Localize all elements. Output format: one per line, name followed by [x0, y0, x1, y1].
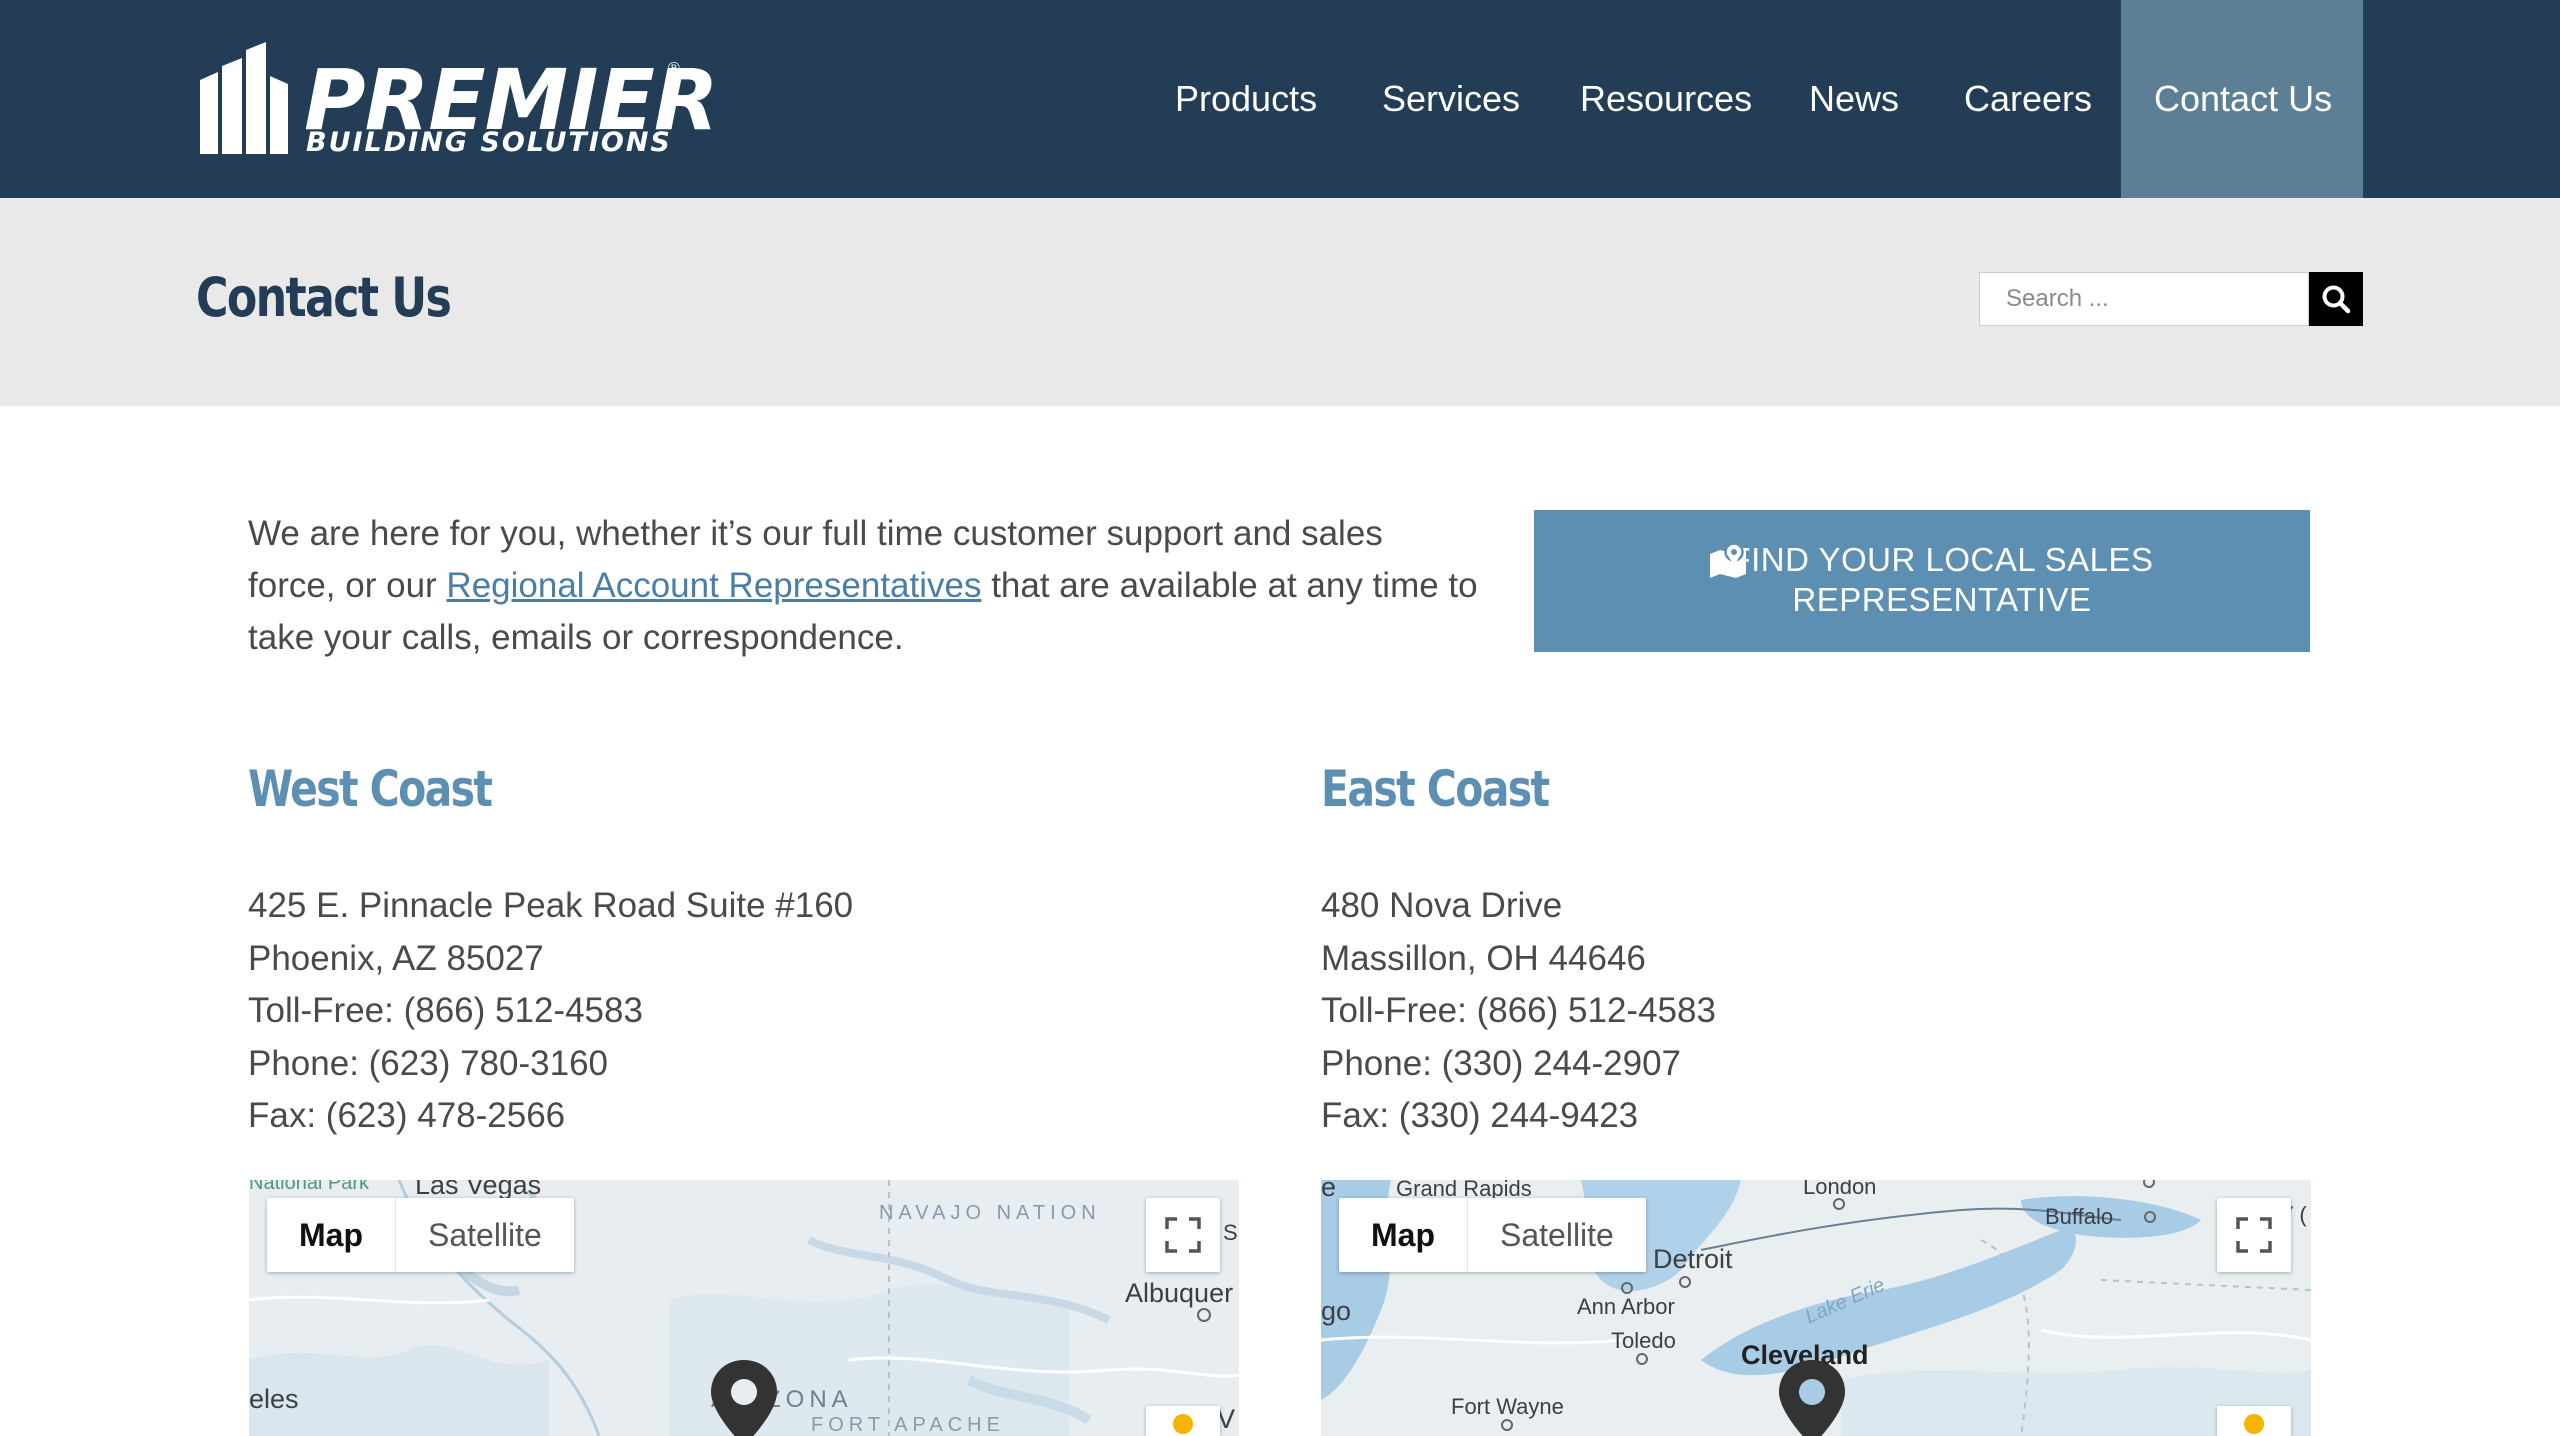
map-label-navajo: NAVAJO NATION — [879, 1202, 1101, 1224]
west-phone-line: Phone: (623) 780-3160 — [248, 1043, 608, 1083]
west-tollfree-line: Toll-Free: (866) 512-4583 — [248, 991, 643, 1030]
map-label-park: National Park — [249, 1180, 370, 1194]
east-map-type-control: Map Satellite — [1339, 1198, 1646, 1272]
west-map-type-map[interactable]: Map — [267, 1198, 395, 1272]
map-label-fort-wayne: Fort Wayne — [1451, 1394, 1564, 1419]
west-coast-heading: West Coast — [248, 760, 493, 818]
map-label-buffalo: Buffalo — [2045, 1204, 2114, 1229]
map-label-fort-apache: FORT APACHE — [811, 1414, 1005, 1436]
regional-reps-link[interactable]: Regional Account Representatives — [446, 566, 981, 605]
map-marker-icon — [1710, 542, 1746, 578]
map-label-albuquerque: Albuquer — [1125, 1278, 1234, 1308]
find-rep-line2: REPRESENTATIVE — [1792, 581, 2092, 618]
map-label-los-angeles: eles — [249, 1384, 299, 1414]
map-label-london: London — [1803, 1180, 1877, 1199]
map-label-detroit: Detroit — [1653, 1244, 1733, 1274]
map-label-edge-s: S — [1223, 1220, 1238, 1245]
east-coast-address: 480 Nova Drive Massillon, OH 44646 Toll-… — [1321, 880, 1716, 1143]
intro-paragraph: We are here for you, whether it’s our fu… — [248, 508, 1478, 664]
street-view-pegman-icon[interactable] — [1146, 1406, 1220, 1436]
map-label-edge-go: go — [1321, 1296, 1352, 1326]
east-fax-line: Fax: (330) 244-9423 — [1321, 1096, 1639, 1135]
east-tollfree-line: Toll-Free: (866) 512-4583 — [1321, 991, 1716, 1030]
location-pin-icon[interactable] — [1777, 1358, 1847, 1436]
nav-products[interactable]: Products — [1142, 0, 1350, 198]
nav-contact-us[interactable]: Contact Us — [2121, 0, 2363, 198]
map-label-toledo: Toledo — [1611, 1328, 1676, 1353]
search-button[interactable] — [2309, 272, 2363, 326]
location-pin-icon[interactable] — [709, 1358, 779, 1436]
east-phone-line: Phone: (330) 244-2907 — [1321, 1043, 1681, 1083]
main-nav: Products Services Resources News Careers… — [0, 0, 2560, 198]
find-rep-line1: FIND YOUR LOCAL SALES — [1730, 541, 2154, 578]
nav-careers[interactable]: Careers — [1931, 0, 2125, 198]
west-map-type-satellite[interactable]: Satellite — [396, 1198, 574, 1272]
map-label-ann-arbor: Ann Arbor — [1577, 1294, 1675, 1319]
search-icon — [2322, 285, 2351, 314]
page-title: Contact Us — [196, 266, 452, 329]
nav-services[interactable]: Services — [1349, 0, 1553, 198]
east-map-type-map[interactable]: Map — [1339, 1198, 1467, 1272]
west-map-type-control: Map Satellite — [267, 1198, 574, 1272]
west-city-line: Phoenix, AZ 85027 — [248, 938, 544, 978]
west-fax-line: Fax: (623) 478-2566 — [248, 1096, 566, 1135]
east-coast-heading: East Coast — [1321, 760, 1550, 818]
page-title-bar: Contact Us — [0, 198, 2560, 406]
east-city-line: Massillon, OH 44646 — [1321, 938, 1646, 978]
fullscreen-icon — [2236, 1217, 2272, 1253]
search-input[interactable] — [1979, 272, 2309, 326]
east-address-line: 480 Nova Drive — [1321, 886, 1563, 925]
fullscreen-icon — [1165, 1217, 1201, 1253]
nav-news[interactable]: News — [1776, 0, 1932, 198]
west-address-line: 425 E. Pinnacle Peak Road Suite #160 — [248, 886, 854, 925]
west-coast-address: 425 E. Pinnacle Peak Road Suite #160 Pho… — [248, 880, 853, 1143]
site-header: PREMIER ® BUILDING SOLUTIONS Products Se… — [0, 0, 2560, 198]
map-label-edge-e: e — [1321, 1180, 1337, 1202]
east-coast-map[interactable]: e Grand Rapids London Buffalo Y ( Detroi… — [1321, 1180, 2311, 1436]
find-local-rep-button[interactable]: FIND YOUR LOCAL SALES REPRESENTATIVE — [1534, 510, 2310, 652]
nav-resources[interactable]: Resources — [1547, 0, 1785, 198]
east-fullscreen-button[interactable] — [2217, 1198, 2291, 1272]
east-map-type-satellite[interactable]: Satellite — [1468, 1198, 1646, 1272]
west-coast-map[interactable]: National Park Las Vegas NAVAJO NATION Al… — [249, 1180, 1239, 1436]
west-fullscreen-button[interactable] — [1146, 1198, 1220, 1272]
street-view-pegman-icon[interactable] — [2217, 1406, 2291, 1436]
